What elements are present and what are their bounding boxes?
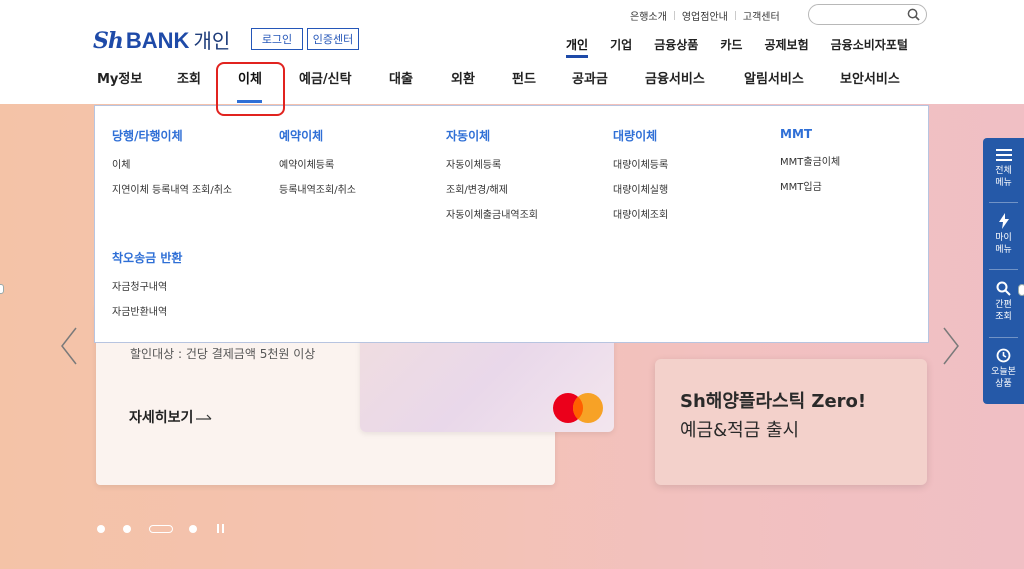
tab-personal[interactable]: 개인 (566, 36, 589, 58)
nav-my-info[interactable]: My정보 (97, 68, 142, 87)
menu-column-title[interactable]: 착오송금 반환 (112, 249, 182, 266)
tab-card[interactable]: 카드 (720, 36, 742, 53)
quick-label: 메뉴 (995, 178, 1012, 188)
scroll-handle-left[interactable] (0, 284, 4, 294)
nav-alert-services[interactable]: 알림서비스 (744, 68, 804, 87)
menu-item[interactable]: 자동이체등록 (446, 156, 538, 171)
menu-item[interactable]: 대량이체등록 (613, 156, 668, 171)
quick-recent-products[interactable]: 오늘본 상품 (983, 348, 1024, 390)
menu-item[interactable]: 지연이체 등록내역 조회/취소 (112, 181, 232, 196)
pause-icon[interactable] (217, 524, 227, 533)
detail-link-label: 자세히보기 (129, 410, 194, 426)
util-link-branch[interactable]: 영업점안내 (682, 8, 728, 23)
util-link-about[interactable]: 은행소개 (630, 8, 667, 23)
nav-inquiry[interactable]: 조회 (177, 68, 201, 87)
product-card-title: Sh해양플라스틱 Zero! (680, 391, 867, 412)
main-nav: My정보 조회 이체 예금/신탁 대출 외환 펀드 공과금 금융서비스 알림서비… (0, 68, 1024, 88)
tab-corporate[interactable]: 기업 (610, 36, 632, 53)
logo-bank: BANK (125, 28, 190, 53)
quick-label: 간편 (995, 300, 1012, 310)
lightning-icon (998, 213, 1009, 229)
menu-column-title[interactable]: 당행/타행이체 (112, 127, 232, 144)
menu-column-title[interactable]: MMT (780, 127, 840, 141)
util-link-customer-center[interactable]: 고객센터 (743, 8, 780, 23)
quick-menu: 전체 메뉴 마이 메뉴 간편 조회 오늘본 상품 (983, 138, 1024, 404)
product-card-subtitle: 예금&적금 출시 (680, 420, 800, 441)
menu-item[interactable]: 대량이체실행 (613, 181, 668, 196)
menu-item[interactable]: 예약이체등록 (279, 156, 356, 171)
menu-column-auto-transfer: 자동이체 자동이체등록 조회/변경/해제 자동이체출금내역조회 (446, 127, 538, 231)
search-icon (996, 281, 1011, 296)
menu-item[interactable]: 자동이체출금내역조회 (446, 206, 538, 221)
slide-dot[interactable] (189, 524, 197, 533)
nav-financial-services[interactable]: 금융서비스 (645, 68, 705, 87)
sh-bank-logo[interactable]: Sh BANK 개인 (93, 25, 230, 54)
tab-financial-products[interactable]: 금융상품 (654, 36, 698, 53)
menu-item[interactable]: 대량이체조회 (613, 206, 668, 221)
tab-consumer-portal[interactable]: 금융소비자포털 (831, 36, 908, 53)
quick-label: 상품 (995, 379, 1012, 389)
logo-sh: Sh (93, 28, 124, 54)
nav-utility-bills[interactable]: 공과금 (572, 68, 608, 87)
detail-link[interactable]: 자세히보기 (129, 407, 214, 427)
mastercard-logo (553, 393, 603, 423)
segment-tabs: 개인 기업 금융상품 카드 공제보험 금융소비자포털 (566, 36, 930, 58)
cert-center-button[interactable]: 인증센터 (307, 28, 359, 50)
menu-column-mistaken-remittance: 착오송금 반환 자금청구내역 자금반환내역 (112, 249, 182, 328)
menu-column-mmt: MMT MMT출금이체 MMT입금 (780, 127, 840, 203)
prev-slide-icon[interactable] (58, 326, 80, 366)
quick-label: 메뉴 (995, 245, 1012, 255)
menu-item[interactable]: MMT입금 (780, 178, 840, 193)
quick-my-menu[interactable]: 마이 메뉴 (983, 213, 1024, 256)
highlight-annotation (216, 62, 285, 116)
menu-item[interactable]: MMT출금이체 (780, 153, 840, 168)
scroll-handle[interactable] (1018, 284, 1024, 296)
nav-security-services[interactable]: 보안서비스 (840, 68, 900, 87)
menu-item[interactable]: 이체 (112, 156, 232, 171)
logo-kind: 개인 (193, 29, 231, 53)
menu-column-bulk-transfer: 대량이체 대량이체등록 대량이체실행 대량이체조회 (613, 127, 668, 231)
arrow-right-icon (196, 414, 212, 420)
menu-column-title[interactable]: 대량이체 (613, 127, 668, 144)
utility-links: 은행소개 | 영업점안내 | 고객센터 (630, 8, 780, 24)
promo-condition-text: 할인대상 : 건당 결제금액 5천원 이상 (130, 347, 316, 361)
quick-label: 오늘본 (991, 367, 1016, 377)
slide-dot-active[interactable] (149, 524, 173, 533)
transfer-mega-menu: 당행/타행이체 이체 지연이체 등록내역 조회/취소 예약이체 예약이체등록 등… (94, 105, 929, 343)
slide-indicators (97, 524, 227, 533)
tab-insurance[interactable]: 공제보험 (764, 36, 808, 53)
search-input[interactable] (808, 4, 927, 25)
quick-label: 조회 (995, 312, 1012, 322)
nav-fund[interactable]: 펀드 (512, 68, 536, 87)
menu-column-scheduled-transfer: 예약이체 예약이체등록 등록내역조회/취소 (279, 127, 356, 206)
menu-item[interactable]: 자금반환내역 (112, 303, 182, 318)
nav-loan[interactable]: 대출 (389, 68, 413, 87)
clock-icon (996, 348, 1011, 363)
quick-label: 전체 (995, 166, 1012, 176)
nav-forex[interactable]: 외환 (451, 68, 475, 87)
menu-column-bank-transfer: 당행/타행이체 이체 지연이체 등록내역 조회/취소 (112, 127, 232, 206)
quick-label: 마이 (995, 233, 1012, 243)
menu-item[interactable]: 자금청구내역 (112, 278, 182, 293)
hamburger-icon (995, 149, 1012, 161)
menu-item[interactable]: 조회/변경/해제 (446, 181, 538, 196)
nav-deposit-trust[interactable]: 예금/신탁 (299, 68, 352, 87)
menu-item[interactable]: 등록내역조회/취소 (279, 181, 356, 196)
quick-all-menu[interactable]: 전체 메뉴 (983, 148, 1024, 189)
menu-column-title[interactable]: 자동이체 (446, 127, 538, 144)
slide-dot[interactable] (97, 524, 105, 533)
login-button[interactable]: 로그인 (251, 28, 303, 50)
search-icon[interactable] (907, 8, 920, 21)
next-slide-icon[interactable] (940, 326, 962, 366)
menu-column-title[interactable]: 예약이체 (279, 127, 356, 144)
slide-dot[interactable] (123, 524, 131, 533)
site-header: 은행소개 | 영업점안내 | 고객센터 Sh BANK 개인 로그인 인증센터 … (0, 0, 1024, 104)
